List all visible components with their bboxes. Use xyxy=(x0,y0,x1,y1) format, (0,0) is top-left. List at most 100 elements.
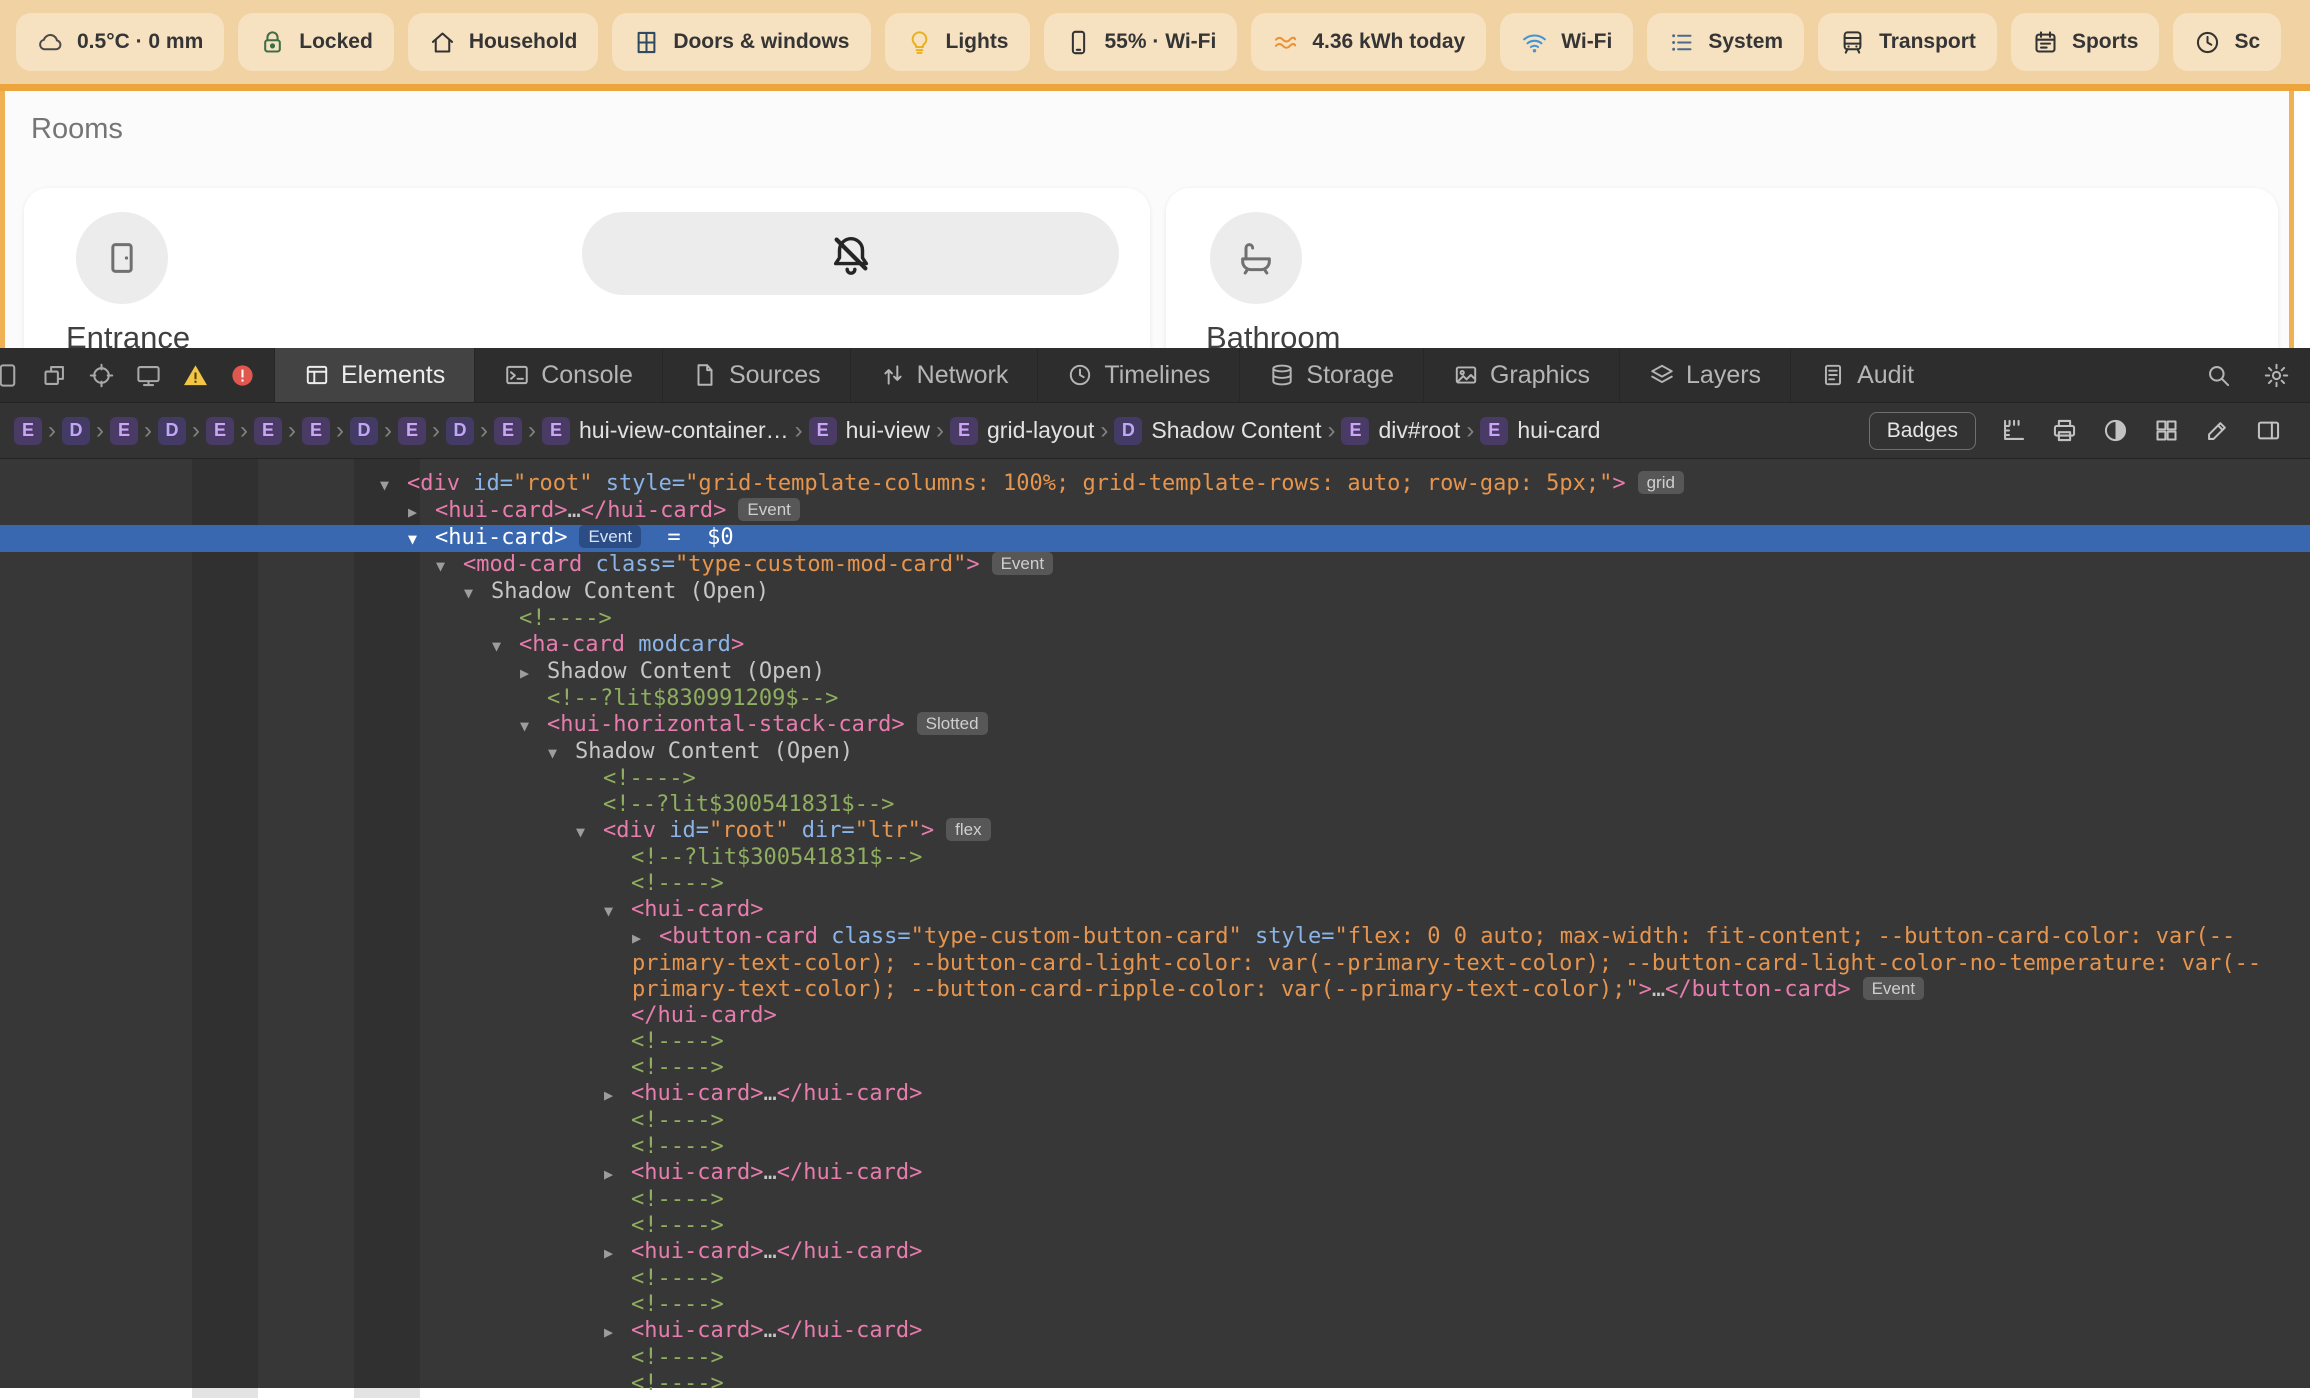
tab-sources[interactable]: Sources xyxy=(662,348,850,402)
dom-tree-line-selected[interactable]: ▼<hui-card>Event = $0 xyxy=(0,525,2310,552)
tab-elements[interactable]: Elements xyxy=(274,348,474,402)
pen-icon[interactable] xyxy=(2204,417,2231,444)
dom-tree-line[interactable]: ▶Shadow Content (Open) xyxy=(0,659,2310,686)
disclosure-open-icon[interactable]: ▼ xyxy=(380,472,407,498)
error-icon[interactable] xyxy=(229,362,256,389)
printer-icon[interactable] xyxy=(2051,417,2078,444)
dom-tree-line[interactable]: <!----> xyxy=(0,1345,2310,1371)
ruler-icon[interactable] xyxy=(2000,417,2027,444)
status-chip-locked[interactable]: Locked xyxy=(238,13,394,71)
dom-tree-line[interactable]: <!----> xyxy=(0,766,2310,792)
breadcrumb-item[interactable]: E xyxy=(302,417,330,445)
disclosure-open-icon[interactable]: ▼ xyxy=(576,819,603,845)
dom-tree-line[interactable]: ▶<hui-card>…</hui-card> xyxy=(0,1160,2310,1187)
warning-icon[interactable] xyxy=(182,362,209,389)
breadcrumb-item[interactable]: E xyxy=(110,417,138,445)
breadcrumb-item[interactable]: E xyxy=(494,417,522,445)
dom-tree-line[interactable]: <!--?lit$300541831$--> xyxy=(0,792,2310,818)
status-chip-0-5-c-0-mm[interactable]: 0.5°C · 0 mm xyxy=(16,13,224,71)
dom-tree-line[interactable]: ▶<hui-card>…</hui-card>Event xyxy=(0,498,2310,525)
search-button[interactable] xyxy=(2192,348,2244,402)
breadcrumb-item-div-root[interactable]: Ediv#root xyxy=(1341,417,1460,445)
dom-tree-line[interactable]: <!----> xyxy=(0,606,2310,632)
disclosure-closed-icon[interactable]: ▶ xyxy=(604,1161,631,1187)
dom-tree-line[interactable]: ▼<div id="root" style="grid-template-col… xyxy=(0,471,2310,498)
disclosure-closed-icon[interactable]: ▶ xyxy=(520,660,547,686)
status-chip-55-wi-fi[interactable]: 55% · Wi-Fi xyxy=(1044,13,1238,71)
status-chip-system[interactable]: System xyxy=(1647,13,1804,71)
display-icon[interactable] xyxy=(135,362,162,389)
breadcrumb-item[interactable]: E xyxy=(206,417,234,445)
disclosure-open-icon[interactable]: ▼ xyxy=(492,633,519,659)
bathroom-bathtub-button[interactable] xyxy=(1210,212,1302,304)
disclosure-open-icon[interactable]: ▼ xyxy=(436,553,463,579)
dom-tree-line[interactable]: ▼Shadow Content (Open) xyxy=(0,579,2310,606)
disclosure-closed-icon[interactable]: ▶ xyxy=(604,1240,631,1266)
disclosure-closed-icon[interactable]: ▶ xyxy=(408,499,435,525)
disclosure-closed-icon[interactable]: ▶ xyxy=(604,1082,631,1108)
dom-tree-line[interactable]: ▼<div id="root" dir="ltr">flex xyxy=(0,818,2310,845)
dom-tree-line[interactable]: <!----> xyxy=(0,1108,2310,1134)
sidebar-icon[interactable] xyxy=(2255,417,2282,444)
gear-button[interactable] xyxy=(2250,348,2302,402)
dom-tree-line[interactable]: <!----> xyxy=(0,871,2310,897)
status-chip-wi-fi[interactable]: Wi-Fi xyxy=(1500,13,1633,71)
dom-tree-line[interactable]: <!----> xyxy=(0,1371,2310,1397)
status-chip-sports[interactable]: Sports xyxy=(2011,13,2160,71)
tab-graphics[interactable]: Graphics xyxy=(1423,348,1619,402)
dom-tree-line[interactable]: <!----> xyxy=(0,1187,2310,1213)
tab-audit[interactable]: Audit xyxy=(1790,348,1943,402)
disclosure-closed-icon[interactable]: ▶ xyxy=(604,1319,631,1345)
disclosure-open-icon[interactable]: ▼ xyxy=(408,526,435,552)
breadcrumb-item-grid-layout[interactable]: Egrid-layout xyxy=(950,417,1094,445)
breadcrumb-item[interactable]: D xyxy=(446,417,474,445)
disclosure-open-icon[interactable]: ▼ xyxy=(604,898,631,924)
status-chip-doors-windows[interactable]: Doors & windows xyxy=(612,13,870,71)
tab-layers[interactable]: Layers xyxy=(1619,348,1790,402)
entrance-door-button[interactable] xyxy=(76,212,168,304)
dom-tree-line[interactable]: <!----> xyxy=(0,1213,2310,1239)
status-chip-sc[interactable]: Sc xyxy=(2173,13,2281,71)
breadcrumb-item[interactable]: E xyxy=(14,417,42,445)
dom-tree-line[interactable]: <!----> xyxy=(0,1266,2310,1292)
tab-storage[interactable]: Storage xyxy=(1239,348,1423,402)
cascade-icon[interactable] xyxy=(41,362,68,389)
dom-tree-line[interactable]: <!----> xyxy=(0,1029,2310,1055)
disclosure-closed-icon[interactable]: ▶ xyxy=(632,925,659,951)
dom-tree-line[interactable]: <!----> xyxy=(0,1055,2310,1081)
dom-tree-line[interactable]: ▼<ha-card modcard> xyxy=(0,632,2310,659)
device-icon[interactable] xyxy=(0,362,21,389)
tab-timelines[interactable]: Timelines xyxy=(1037,348,1239,402)
dom-tree-line[interactable]: ▶<hui-card>…</hui-card> xyxy=(0,1239,2310,1266)
dom-tree-line[interactable]: </hui-card> xyxy=(0,1003,2310,1029)
status-chip-household[interactable]: Household xyxy=(408,13,599,71)
tab-network[interactable]: Network xyxy=(850,348,1038,402)
disclosure-open-icon[interactable]: ▼ xyxy=(548,740,575,766)
status-chip-transport[interactable]: Transport xyxy=(1818,13,1997,71)
notifications-off-button[interactable] xyxy=(582,212,1119,295)
tab-console[interactable]: Console xyxy=(474,348,662,402)
status-chip-lights[interactable]: Lights xyxy=(885,13,1030,71)
dom-tree-line[interactable]: ▼<hui-card> xyxy=(0,897,2310,924)
grid-icon[interactable] xyxy=(2153,417,2180,444)
dom-tree-line[interactable]: <!--?lit$300541831$--> xyxy=(0,845,2310,871)
breadcrumb-item-hui-card[interactable]: Ehui-card xyxy=(1480,417,1600,445)
dom-tree-line[interactable]: ▼<mod-card class="type-custom-mod-card">… xyxy=(0,552,2310,579)
breadcrumb-item-hui-view-container[interactable]: Ehui-view-container… xyxy=(542,417,789,445)
breadcrumb-item[interactable]: D xyxy=(62,417,90,445)
disclosure-open-icon[interactable]: ▼ xyxy=(464,580,491,606)
badges-button[interactable]: Badges xyxy=(1869,412,1976,450)
dom-tree-line[interactable]: <!----> xyxy=(0,1292,2310,1318)
breadcrumb-item-hui-view[interactable]: Ehui-view xyxy=(809,417,930,445)
dom-tree-line[interactable]: ▶<button-card class="type-custom-button-… xyxy=(0,924,2310,1003)
dom-tree-line[interactable]: ▼Shadow Content (Open) xyxy=(0,739,2310,766)
breadcrumb-item[interactable]: D xyxy=(350,417,378,445)
breadcrumb-item[interactable]: E xyxy=(254,417,282,445)
breadcrumb-item-shadow-content[interactable]: DShadow Content xyxy=(1114,417,1321,445)
breadcrumb-item[interactable]: E xyxy=(398,417,426,445)
contrast-icon[interactable] xyxy=(2102,417,2129,444)
dom-tree-line[interactable]: ▼<hui-horizontal-stack-card>Slotted xyxy=(0,712,2310,739)
dom-tree-line[interactable]: <!----> xyxy=(0,1134,2310,1160)
disclosure-open-icon[interactable]: ▼ xyxy=(520,713,547,739)
status-chip-4-36-kwh-today[interactable]: 4.36 kWh today xyxy=(1251,13,1486,71)
